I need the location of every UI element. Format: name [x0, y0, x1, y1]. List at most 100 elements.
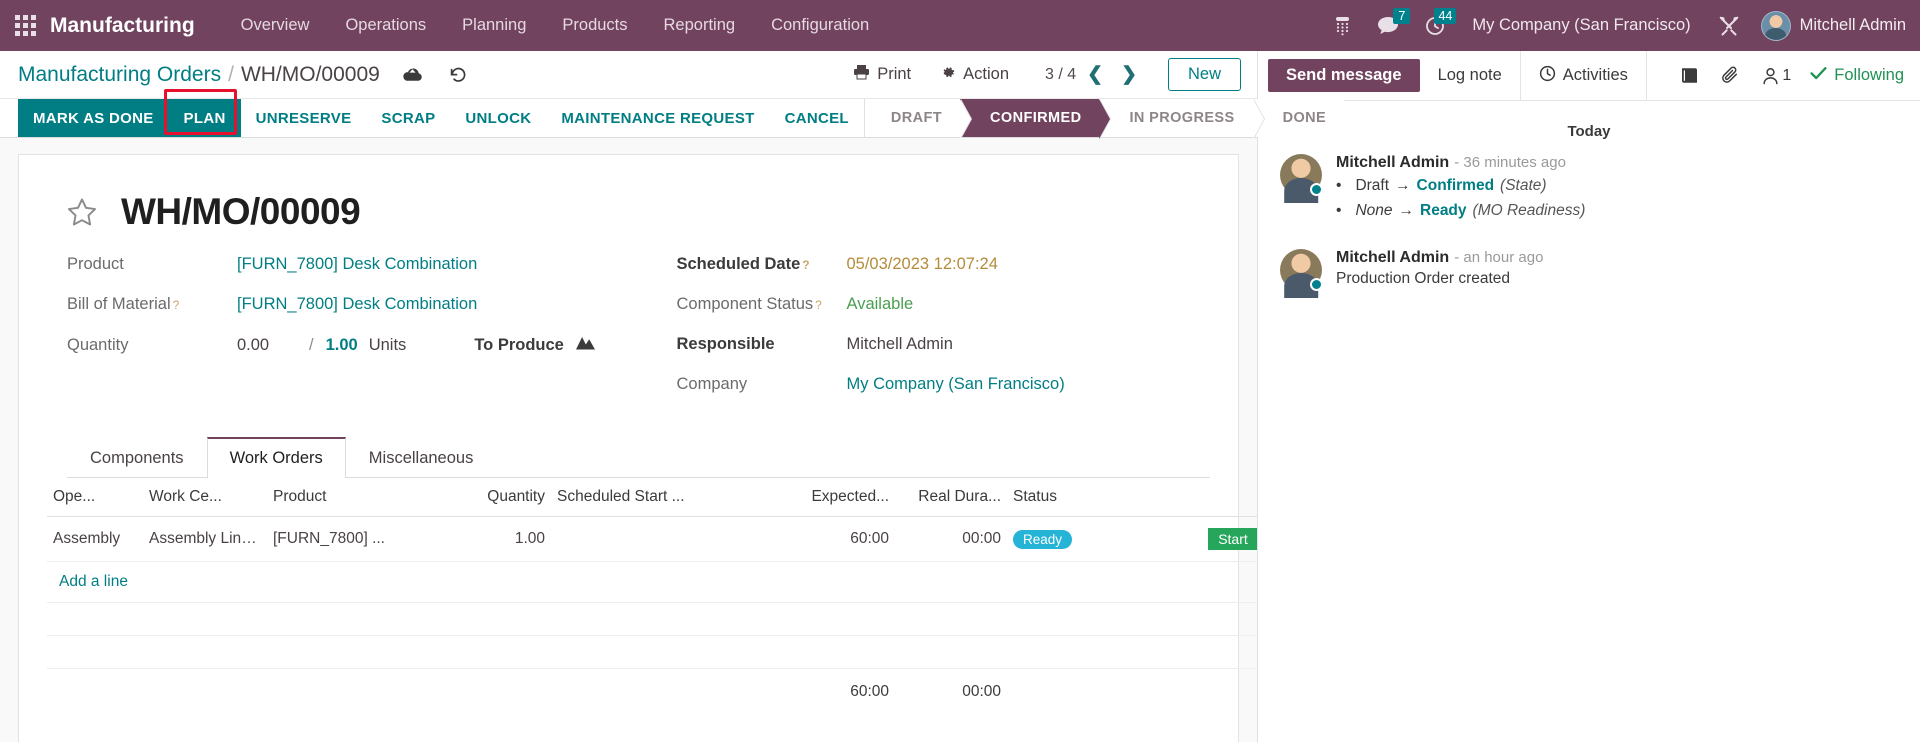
field-product-label: Product [67, 255, 124, 273]
attachment-paperclip-icon[interactable] [1710, 66, 1751, 85]
col-real-duration[interactable]: Real Dura... [895, 478, 1007, 517]
col-operation[interactable]: Ope... [47, 478, 143, 517]
follower-count: 1 [1782, 66, 1792, 84]
table-row[interactable]: Assembly Assembly Line... [FURN_7800] ..… [47, 516, 1257, 562]
col-quantity[interactable]: Quantity [439, 478, 551, 517]
col-expected-duration[interactable]: Expected... [765, 478, 895, 517]
cell-row-actions: Start Block [1127, 516, 1257, 562]
star-favorite-icon[interactable] [65, 196, 99, 229]
status-badge: Ready [1013, 529, 1073, 549]
send-message-button[interactable]: Send message [1268, 59, 1420, 92]
field-bom-value[interactable]: [FURN_7800] Desk Combination [237, 295, 477, 314]
field-component-status-label: Component Status ? [676, 295, 822, 313]
quantity-values: 0.00 / 1.00 Units To Produce [237, 335, 595, 355]
scrap-button[interactable]: SCRAP [366, 99, 450, 137]
activities-button[interactable]: Activities [1519, 51, 1647, 100]
field-scheduled-date-label: Scheduled Date ? [676, 255, 810, 273]
field-scheduled-date: Scheduled Date ? 05/03/2023 12:07:24 [677, 255, 1211, 276]
tab-work-orders[interactable]: Work Orders [206, 437, 346, 478]
menu-item-planning[interactable]: Planning [444, 10, 544, 41]
cell-expected-duration[interactable]: 60:00 [765, 516, 895, 562]
to-produce-label: To Produce [474, 335, 564, 354]
maintenance-request-button[interactable]: MAINTENANCE REQUEST [546, 99, 769, 137]
cell-real-duration[interactable]: 00:00 [895, 516, 1007, 562]
cell-status: Ready [1007, 516, 1127, 562]
form-sheet-background: WH/MO/00009 Product [FURN_7800] Desk Com… [0, 138, 1257, 742]
print-button[interactable]: Print [839, 60, 925, 89]
help-icon[interactable]: ? [802, 258, 809, 272]
followers-icon[interactable]: 1 [1751, 67, 1802, 85]
cancel-button[interactable]: CANCEL [770, 99, 864, 137]
field-company: Company My Company (San Francisco) [677, 375, 1211, 396]
to-produce-widget[interactable]: To Produce [474, 335, 595, 355]
cell-work-center[interactable]: Assembly Line... [143, 516, 267, 562]
cell-scheduled-start[interactable] [551, 516, 765, 562]
clock-icon [1539, 65, 1556, 87]
pager-previous-button[interactable]: ❮ [1080, 63, 1110, 86]
activities-clock-icon[interactable]: 44 [1412, 7, 1458, 40]
cell-operation[interactable]: Assembly [47, 516, 143, 562]
start-button[interactable]: Start [1208, 528, 1257, 550]
quantity-total[interactable]: 1.00 [326, 336, 358, 355]
menu-item-overview[interactable]: Overview [223, 10, 328, 41]
add-line-row[interactable]: Add a line [47, 561, 1257, 603]
forecast-chart-icon[interactable] [575, 335, 595, 355]
menu-item-reporting[interactable]: Reporting [646, 10, 754, 41]
messages-icon[interactable]: 7 [1364, 8, 1412, 39]
add-a-line-button[interactable]: Add a line [53, 562, 134, 602]
menu-item-configuration[interactable]: Configuration [753, 10, 887, 41]
tab-components[interactable]: Components [67, 437, 207, 478]
apps-grid-icon[interactable] [8, 9, 42, 43]
status-step-draft[interactable]: DRAFT [864, 99, 973, 139]
menu-item-operations[interactable]: Operations [327, 10, 444, 41]
status-step-in-progress[interactable]: IN PROGRESS [1099, 99, 1265, 139]
message-body: Mitchell Admin - an hour ago Production … [1336, 249, 1898, 291]
quantity-done[interactable]: 0.00 [237, 336, 309, 355]
new-button[interactable]: New [1167, 58, 1241, 91]
tab-miscellaneous[interactable]: Miscellaneous [346, 437, 497, 478]
unreserve-button[interactable]: UNRESERVE [241, 99, 367, 137]
help-icon[interactable]: ? [173, 298, 180, 312]
check-icon [1810, 66, 1827, 85]
record-action-buttons: MARK AS DONE PLAN UNRESERVE SCRAP UNLOCK… [0, 99, 864, 137]
col-work-center[interactable]: Work Ce... [143, 478, 267, 517]
field-responsible-value[interactable]: Mitchell Admin [847, 335, 953, 354]
plan-button[interactable]: PLAN [168, 99, 241, 137]
field-scheduled-date-value[interactable]: 05/03/2023 12:07:24 [847, 255, 998, 274]
menu-item-products[interactable]: Products [544, 10, 645, 41]
quantity-uom: Units [368, 335, 407, 354]
user-menu[interactable]: Mitchell Admin [1753, 10, 1906, 41]
discard-undo-icon[interactable] [449, 66, 467, 84]
unlock-button[interactable]: UNLOCK [450, 99, 546, 137]
field-product-value[interactable]: [FURN_7800] Desk Combination [237, 255, 477, 274]
tracking-old-value: None [1355, 202, 1393, 219]
developer-tools-icon[interactable] [1705, 11, 1753, 41]
mark-as-done-button[interactable]: MARK AS DONE [18, 99, 169, 137]
log-note-button[interactable]: Log note [1420, 51, 1520, 100]
field-product: Product [FURN_7800] Desk Combination [67, 255, 639, 276]
cell-product[interactable]: [FURN_7800] ... [267, 516, 439, 562]
help-icon[interactable]: ? [815, 298, 822, 312]
printer-icon [853, 64, 870, 85]
record-save-discard [402, 66, 467, 84]
message-thread: Today Mitchell Admin - 36 minutes ago Dr… [1258, 101, 1920, 327]
log-book-icon[interactable] [1669, 67, 1710, 84]
dialpad-icon[interactable] [1321, 12, 1364, 40]
col-status[interactable]: Status [1007, 478, 1127, 517]
following-toggle[interactable]: Following [1802, 66, 1904, 85]
app-brand-manufacturing[interactable]: Manufacturing [50, 14, 195, 38]
col-scheduled-start[interactable]: Scheduled Start ... [551, 478, 765, 517]
pager-next-button[interactable]: ❯ [1114, 63, 1144, 86]
field-company-value[interactable]: My Company (San Francisco) [847, 375, 1065, 394]
cell-quantity[interactable]: 1.00 [439, 516, 551, 562]
action-button[interactable]: Action [925, 60, 1023, 90]
col-product[interactable]: Product [267, 478, 439, 517]
cloud-save-icon[interactable] [402, 67, 423, 83]
message-author[interactable]: Mitchell Admin [1336, 154, 1449, 172]
tracking-values-list: Draft → Confirmed (State) None → Ready (… [1336, 177, 1898, 220]
message-author[interactable]: Mitchell Admin [1336, 249, 1449, 267]
arrow-icon: → [1395, 177, 1411, 194]
company-switcher[interactable]: My Company (San Francisco) [1458, 16, 1704, 35]
breadcrumb-parent[interactable]: Manufacturing Orders [18, 63, 221, 87]
status-step-confirmed[interactable]: CONFIRMED [960, 99, 1112, 139]
